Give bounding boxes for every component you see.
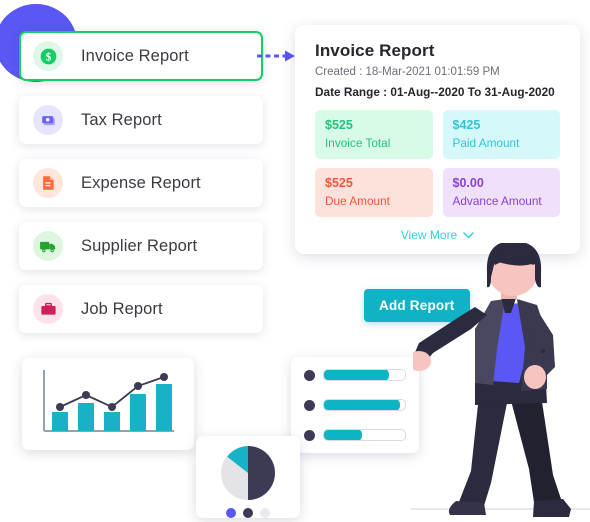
bullet-dot-icon xyxy=(304,429,315,441)
briefcase-icon xyxy=(33,294,63,324)
chevron-down-icon xyxy=(463,231,474,239)
summary-tile-paid-amount[interactable]: $425 Paid Amount xyxy=(442,110,560,159)
report-list-item-label: Expense Report xyxy=(81,173,201,192)
legend-dot-a xyxy=(226,508,236,518)
report-list-item-label: Supplier Report xyxy=(81,236,198,255)
bullet-dot-icon xyxy=(304,399,315,411)
illustration-stage: $ Invoice Report Tax Report Expense Repo… xyxy=(0,0,590,522)
report-list-item-label: Tax Report xyxy=(81,110,162,129)
progress-fill xyxy=(324,370,390,380)
dollar-circle-icon: $ xyxy=(33,41,63,71)
summary-tile-grid: $525 Invoice Total $425 Paid Amount $525… xyxy=(315,110,560,217)
pie-chart-card[interactable] xyxy=(196,436,300,518)
report-list-item-supplier[interactable]: Supplier Report xyxy=(19,222,263,270)
report-list-item-job[interactable]: Job Report xyxy=(19,285,263,333)
progress-fill xyxy=(324,400,400,410)
progress-list-card[interactable] xyxy=(291,357,419,453)
bar-chart-card[interactable] xyxy=(22,358,194,450)
tile-value: $0.00 xyxy=(452,176,484,190)
report-list-item-invoice[interactable]: $ Invoice Report xyxy=(19,31,263,81)
detail-card-created: Created : 18-Mar-2021 01:01:59 PM xyxy=(315,66,500,78)
detail-card-title: Invoice Report xyxy=(315,41,435,60)
summary-tile-due-amount[interactable]: $525 Due Amount xyxy=(315,168,433,217)
legend-dot-b xyxy=(243,508,253,518)
report-list-item-tax[interactable]: Tax Report xyxy=(19,96,263,144)
tile-value: $425 xyxy=(452,118,481,132)
report-list-item-label: Job Report xyxy=(81,299,163,318)
detail-card-date-range: Date Range : 01-Aug--2020 To 31-Aug-2020 xyxy=(315,85,555,99)
invoice-detail-card: Invoice Report Created : 18-Mar-2021 01:… xyxy=(295,25,580,254)
summary-tile-invoice-total[interactable]: $525 Invoice Total xyxy=(315,110,433,159)
banknotes-icon xyxy=(33,105,63,135)
progress-track xyxy=(323,369,406,381)
tile-label: Invoice Total xyxy=(325,136,391,150)
bullet-dot-icon xyxy=(304,369,315,381)
tile-label: Due Amount xyxy=(325,194,390,208)
report-list: $ Invoice Report Tax Report Expense Repo… xyxy=(19,31,263,348)
progress-track xyxy=(323,399,406,411)
progress-fill xyxy=(324,430,362,440)
progress-list-row[interactable] xyxy=(304,399,406,411)
report-list-item-label: Invoice Report xyxy=(81,46,189,65)
pie-chart xyxy=(221,446,275,500)
svg-text:$: $ xyxy=(45,51,51,63)
dashed-arrow-right-icon xyxy=(257,50,295,62)
pie-chart-legend xyxy=(226,508,270,518)
report-list-item-expense[interactable]: Expense Report xyxy=(19,159,263,207)
summary-tile-advance-amount[interactable]: $0.00 Advance Amount xyxy=(442,168,560,217)
legend-dot-c xyxy=(260,508,270,518)
document-icon xyxy=(33,168,63,198)
view-more-button[interactable]: View More xyxy=(315,228,560,242)
walking-business-woman-illustration xyxy=(413,243,571,517)
tile-value: $525 xyxy=(325,118,353,132)
view-more-label: View More xyxy=(400,228,458,242)
tile-label: Paid Amount xyxy=(452,136,520,150)
progress-list-row[interactable] xyxy=(304,429,406,441)
truck-icon xyxy=(33,231,63,261)
tile-value: $525 xyxy=(325,176,353,190)
bar-line-chart xyxy=(43,370,174,432)
tile-label: Advance Amount xyxy=(452,194,542,208)
progress-list-row[interactable] xyxy=(304,369,406,381)
progress-track xyxy=(323,429,406,441)
